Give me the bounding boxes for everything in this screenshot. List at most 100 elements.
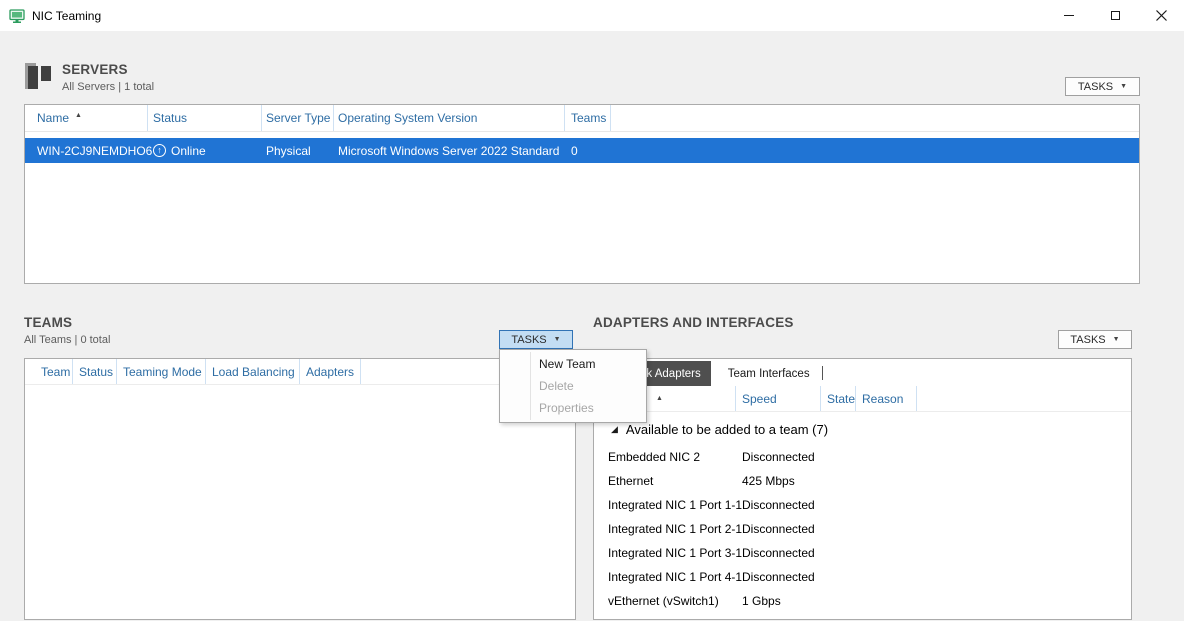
column-header-load-balancing[interactable]: Load Balancing <box>206 359 300 384</box>
column-header-label: Name <box>37 111 69 125</box>
column-header-label: Teams <box>571 111 606 125</box>
servers-tile-icon <box>24 60 56 92</box>
column-header-speed[interactable]: Speed <box>736 386 821 411</box>
teams-tasks-menu: New Team Delete Properties <box>499 349 647 423</box>
adapter-name: Integrated NIC 1 Port 4-1 <box>594 570 736 584</box>
servers-tasks-button[interactable]: TASKS ▼ <box>1065 77 1140 96</box>
adapters-panel: Network Adapters Team Interfaces ▲ Speed… <box>593 358 1132 620</box>
tasks-label: TASKS <box>1078 81 1113 93</box>
close-icon <box>1156 10 1167 21</box>
menu-icon-gutter <box>530 352 531 420</box>
column-header-label: Server Type <box>266 111 330 125</box>
sort-ascending-icon: ▲ <box>656 395 663 402</box>
tasks-label: TASKS <box>1070 334 1105 346</box>
maximize-icon <box>1111 11 1120 20</box>
tab-team-interfaces[interactable]: Team Interfaces <box>718 361 820 386</box>
adapter-name: vEthernet (vSwitch1) <box>594 594 736 608</box>
adapter-speed: Disconnected <box>736 546 815 560</box>
servers-table: Name ▲ Status Server Type Operating Syst… <box>24 104 1140 284</box>
adapter-name: Integrated NIC 1 Port 1-1 <box>594 498 736 512</box>
app-icon <box>9 8 25 24</box>
column-header-status[interactable]: Status <box>73 359 117 384</box>
adapters-table-header: ▲ Speed State Reason <box>594 386 1131 412</box>
menu-item-new-team[interactable]: New Team <box>500 353 646 375</box>
column-header-label: Operating System Version <box>338 111 477 125</box>
column-header-server-type[interactable]: Server Type <box>262 105 334 131</box>
servers-subtitle: All Servers | 1 total <box>62 81 154 93</box>
teams-subtitle: All Teams | 0 total <box>24 334 110 346</box>
adapters-tasks-button[interactable]: TASKS ▼ <box>1058 330 1132 349</box>
server-type-cell: Physical <box>262 138 334 163</box>
group-label: Available to be added to a team (7) <box>626 422 828 437</box>
adapter-name: Integrated NIC 1 Port 2-1 <box>594 522 736 536</box>
adapter-row[interactable]: Integrated NIC 1 Port 4-1 Disconnected <box>594 565 1131 589</box>
servers-heading: SERVERS <box>62 62 128 77</box>
server-name-cell: WIN-2CJ9NEMDHO6 <box>25 138 148 163</box>
adapter-group-header[interactable]: ◢ Available to be added to a team (7) <box>594 417 1131 441</box>
sort-ascending-icon: ▲ <box>75 112 82 119</box>
adapter-speed: 1 Gbps <box>736 594 781 608</box>
tab-label: Team Interfaces <box>728 368 810 380</box>
caret-down-icon: ▼ <box>1120 83 1127 90</box>
column-header-label: Speed <box>742 392 777 406</box>
server-status-text: Online <box>171 144 206 158</box>
nic-teaming-window: NIC Teaming SERVERS All Servers | 1 tota… <box>0 0 1184 621</box>
online-status-icon: ↑ <box>153 144 166 157</box>
adapter-row[interactable]: Integrated NIC 1 Port 2-1 Disconnected <box>594 517 1131 541</box>
adapters-tabstrip: Network Adapters Team Interfaces <box>594 359 1131 386</box>
column-header-os-version[interactable]: Operating System Version <box>334 105 565 131</box>
tasks-label: TASKS <box>511 334 546 346</box>
column-header-label: Adapters <box>306 365 354 379</box>
column-header-label: Status <box>79 365 113 379</box>
server-status-cell: ↑ Online <box>148 138 262 163</box>
column-header-adapters[interactable]: Adapters <box>300 359 361 384</box>
column-header-reason[interactable]: Reason <box>856 386 917 411</box>
adapter-row[interactable]: Integrated NIC 1 Port 3-1 Disconnected <box>594 541 1131 565</box>
menu-item-delete[interactable]: Delete <box>500 375 646 397</box>
column-header-label: State <box>827 392 855 406</box>
server-teams-cell: 0 <box>565 138 611 163</box>
teams-table: Team Status Teaming Mode Load Balancing … <box>24 358 576 620</box>
adapter-row[interactable]: Integrated NIC 1 Port 1-1 Disconnected <box>594 493 1131 517</box>
adapter-name: Ethernet <box>594 474 736 488</box>
window-title: NIC Teaming <box>32 9 101 23</box>
caret-down-icon: ▼ <box>1113 336 1120 343</box>
adapters-heading: ADAPTERS AND INTERFACES <box>593 315 794 330</box>
column-header-name[interactable]: Name ▲ <box>25 105 148 131</box>
adapter-row[interactable]: vEthernet (vSwitch1) 1 Gbps <box>594 589 1131 613</box>
column-header-label: Teaming Mode <box>123 365 202 379</box>
column-header-label: Status <box>153 111 187 125</box>
column-header-team[interactable]: Team <box>25 359 73 384</box>
column-header-label: Team <box>41 365 70 379</box>
adapter-row[interactable]: Embedded NIC 2 Disconnected <box>594 445 1131 469</box>
title-bar: NIC Teaming <box>0 0 1184 31</box>
caret-down-icon: ▼ <box>554 336 561 343</box>
close-button[interactable] <box>1138 0 1184 31</box>
adapter-speed: Disconnected <box>736 450 815 464</box>
teams-table-header: Team Status Teaming Mode Load Balancing … <box>25 359 575 385</box>
minimize-button[interactable] <box>1046 0 1092 31</box>
teams-heading: TEAMS <box>24 315 72 330</box>
group-expanded-icon: ◢ <box>611 425 618 434</box>
adapter-name: Integrated NIC 1 Port 3-1 <box>594 546 736 560</box>
adapter-row[interactable]: Ethernet 425 Mbps <box>594 469 1131 493</box>
column-header-teaming-mode[interactable]: Teaming Mode <box>117 359 206 384</box>
server-os-cell: Microsoft Windows Server 2022 Standard <box>334 138 565 163</box>
adapter-speed: Disconnected <box>736 522 815 536</box>
adapter-speed: Disconnected <box>736 498 815 512</box>
adapter-name: Embedded NIC 2 <box>594 450 736 464</box>
window-controls <box>1046 0 1184 31</box>
column-header-status[interactable]: Status <box>148 105 262 131</box>
column-header-state[interactable]: State <box>821 386 856 411</box>
adapter-speed: Disconnected <box>736 570 815 584</box>
column-header-label: Reason <box>862 392 903 406</box>
teams-tasks-button[interactable]: TASKS ▼ <box>499 330 573 349</box>
column-header-label: Load Balancing <box>212 365 295 379</box>
menu-item-properties[interactable]: Properties <box>500 397 646 419</box>
minimize-icon <box>1064 15 1074 16</box>
focus-caret <box>822 366 823 380</box>
column-header-teams[interactable]: Teams <box>565 105 611 131</box>
server-row-selected[interactable]: WIN-2CJ9NEMDHO6 ↑ Online Physical Micros… <box>25 138 1139 163</box>
maximize-button[interactable] <box>1092 0 1138 31</box>
adapter-speed: 425 Mbps <box>736 474 795 488</box>
